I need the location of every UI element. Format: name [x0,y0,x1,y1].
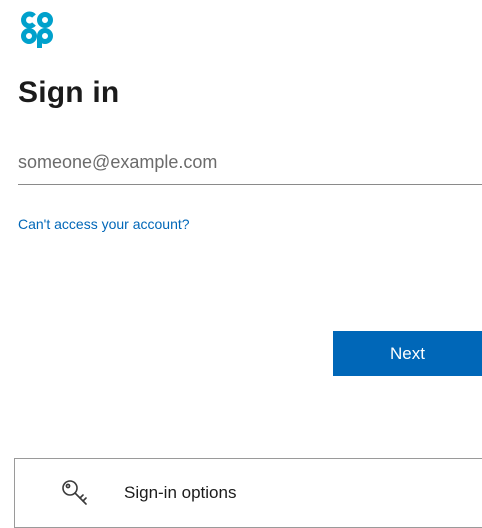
cant-access-account-link[interactable]: Can't access your account? [18,216,190,232]
page-title: Sign in [18,76,120,109]
sign-in-options-button[interactable]: Sign-in options [14,458,482,528]
sign-in-options-label: Sign-in options [124,483,237,502]
coop-logo [21,11,53,48]
email-field[interactable] [18,140,482,185]
key-icon [62,480,87,505]
next-button[interactable]: Next [333,331,482,376]
